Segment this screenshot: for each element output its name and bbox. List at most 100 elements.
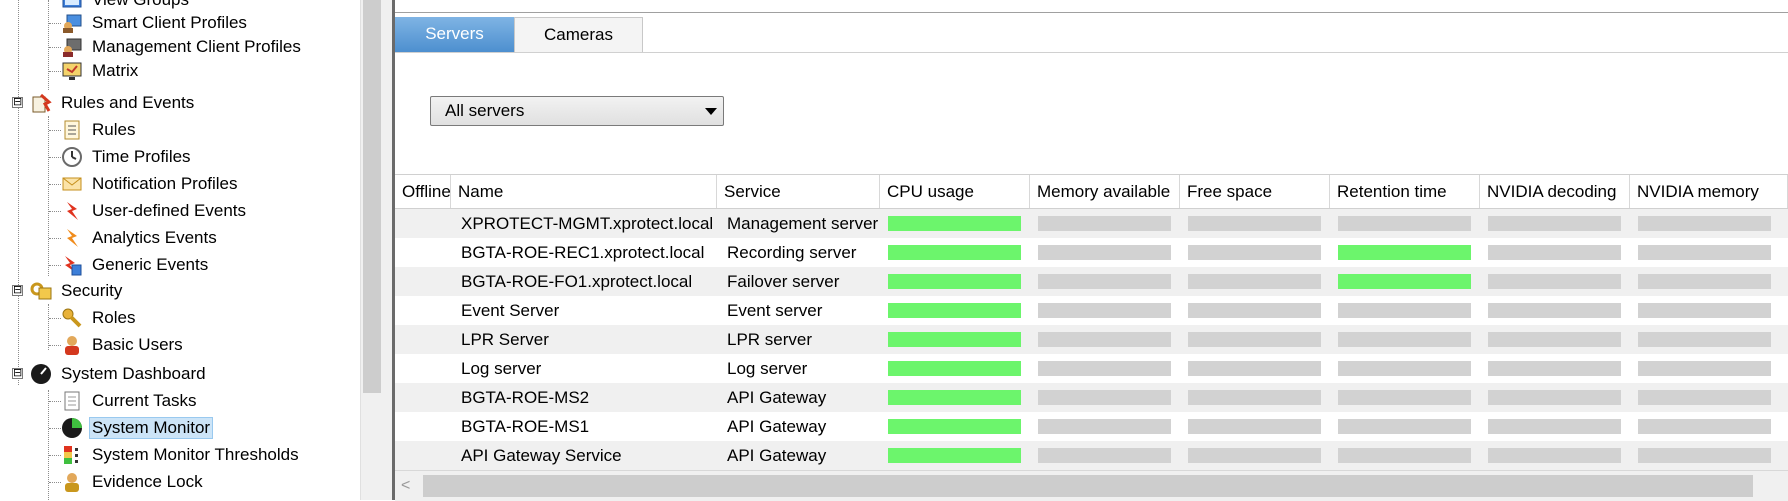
- collapse-rules-and-events-toggle[interactable]: ⊟: [12, 97, 23, 108]
- table-row[interactable]: API Gateway Service API Gateway: [395, 441, 1788, 470]
- table-row[interactable]: LPR Server LPR server: [395, 325, 1788, 354]
- collapse-system-dashboard-toggle[interactable]: ⊟: [12, 368, 23, 379]
- retention-time-bar: [1338, 419, 1471, 434]
- dropdown-arrow-icon: [705, 108, 717, 115]
- tree-item-notification-profiles[interactable]: Notification Profiles: [49, 172, 241, 196]
- matrix-icon: [61, 60, 83, 82]
- service-cell: API Gateway: [727, 446, 827, 465]
- table-row[interactable]: BGTA-ROE-REC1.xprotect.local Recording se…: [395, 238, 1788, 267]
- retention-time-bar: [1338, 361, 1471, 376]
- tree-item-matrix[interactable]: Matrix: [49, 59, 141, 83]
- tree-item-time-profiles[interactable]: Time Profiles: [49, 145, 194, 169]
- tree-connector: [49, 211, 61, 212]
- horizontal-scroll-thumb[interactable]: [423, 475, 1753, 497]
- tree-item-analytics-events[interactable]: Analytics Events: [49, 226, 220, 250]
- table-row[interactable]: Log server Log server: [395, 354, 1788, 383]
- tree-item-management-client-profiles[interactable]: Management Client Profiles: [49, 35, 304, 59]
- tree-line: [48, 0, 49, 90]
- tree-line: [48, 390, 49, 500]
- tree-item-rules-and-events[interactable]: Rules and Events: [30, 91, 197, 115]
- panel-splitter[interactable]: [382, 0, 392, 500]
- table-row[interactable]: XPROTECT-MGMT.xprotect.local Management s…: [395, 209, 1788, 238]
- column-header-nvidia-memory[interactable]: NVIDIA memory: [1630, 175, 1788, 208]
- tree-item-label: View Groups: [89, 0, 192, 11]
- nvidia-decoding-bar: [1488, 303, 1621, 318]
- table-row[interactable]: BGTA-ROE-MS2 API Gateway: [395, 383, 1788, 412]
- column-header-free-space[interactable]: Free space: [1180, 175, 1330, 208]
- server-name-cell: Log server: [461, 359, 542, 378]
- tree-item-security[interactable]: Security: [30, 279, 125, 303]
- cpu-usage-bar: [888, 390, 1021, 405]
- table-row[interactable]: BGTA-ROE-FO1.xprotect.local Failover serv…: [395, 267, 1788, 296]
- server-name-cell: BGTA-ROE-REC1.xprotect.local: [461, 243, 705, 262]
- tree-line: [48, 116, 49, 276]
- tree-item-rules[interactable]: Rules: [49, 118, 138, 142]
- table-row[interactable]: Event Server Event server: [395, 296, 1788, 325]
- column-header-cpu-usage[interactable]: CPU usage: [880, 175, 1030, 208]
- tree-item-evidence-lock[interactable]: Evidence Lock: [49, 470, 206, 494]
- tree-item-roles[interactable]: Roles: [49, 306, 138, 330]
- free-space-bar: [1188, 361, 1321, 376]
- tab-cameras[interactable]: Cameras: [514, 17, 643, 52]
- tree-scroll-thumb[interactable]: [363, 0, 381, 393]
- tree-item-generic-events[interactable]: Generic Events: [49, 253, 211, 277]
- service-cell: API Gateway: [727, 417, 827, 436]
- server-name-cell: LPR Server: [461, 330, 549, 349]
- tree-connector: [49, 428, 61, 429]
- system-monitor-thresholds-icon: [61, 444, 83, 466]
- column-header-offline[interactable]: Offline: [395, 175, 451, 208]
- tab-servers[interactable]: Servers: [395, 17, 514, 52]
- collapse-security-toggle[interactable]: ⊟: [12, 285, 23, 296]
- cpu-usage-bar: [888, 361, 1021, 376]
- tree-item-basic-users[interactable]: Basic Users: [49, 333, 186, 357]
- tree-connector: [49, 157, 61, 158]
- nvidia-memory-bar: [1638, 390, 1771, 405]
- retention-time-bar: [1338, 390, 1471, 405]
- service-cell: API Gateway: [727, 388, 827, 407]
- tree-item-smart-client-profiles[interactable]: Smart Client Profiles: [49, 11, 250, 35]
- retention-time-bar: [1338, 274, 1471, 289]
- tree-vertical-scrollbar[interactable]: [360, 0, 383, 500]
- column-header-nvidia-decoding[interactable]: NVIDIA decoding: [1480, 175, 1630, 208]
- tree-item-system-dashboard[interactable]: System Dashboard: [30, 362, 209, 386]
- tree-item-system-monitor[interactable]: System Monitor: [49, 416, 214, 440]
- tree-connector: [49, 23, 61, 24]
- memory-available-bar: [1038, 245, 1171, 260]
- memory-available-bar: [1038, 303, 1171, 318]
- tree-connector: [49, 184, 61, 185]
- server-filter-value: All servers: [445, 101, 525, 120]
- nvidia-memory-bar: [1638, 303, 1771, 318]
- nvidia-decoding-bar: [1488, 216, 1621, 231]
- table-horizontal-scrollbar[interactable]: <: [395, 470, 1788, 501]
- column-header-name[interactable]: Name: [451, 175, 717, 208]
- retention-time-bar: [1338, 303, 1471, 318]
- server-name-cell: Event Server: [461, 301, 560, 320]
- tree-item-system-monitor-thresholds[interactable]: System Monitor Thresholds: [49, 443, 302, 467]
- column-header-retention-time[interactable]: Retention time: [1330, 175, 1480, 208]
- generic-events-icon: [61, 254, 83, 276]
- nvidia-decoding-bar: [1488, 361, 1621, 376]
- tree-item-current-tasks[interactable]: Current Tasks: [49, 389, 200, 413]
- nvidia-memory-bar: [1638, 448, 1771, 463]
- tree-item-label: Smart Client Profiles: [92, 13, 247, 32]
- column-header-service[interactable]: Service: [717, 175, 880, 208]
- view-groups-icon: [61, 0, 83, 11]
- service-cell: Management server: [727, 214, 879, 233]
- tree-connector: [49, 47, 61, 48]
- server-name-cell: BGTA-ROE-FO1.xprotect.local: [461, 272, 693, 291]
- server-filter-dropdown[interactable]: All servers: [430, 96, 724, 126]
- offline-cell: [395, 267, 451, 296]
- column-header-memory-available[interactable]: Memory available: [1030, 175, 1180, 208]
- tab-bar: Servers Cameras: [395, 17, 1788, 53]
- rules-and-events-icon: [30, 92, 52, 114]
- tree-item-user-defined-events[interactable]: User-defined Events: [49, 199, 249, 223]
- offline-cell: [395, 296, 451, 325]
- service-cell: Log server: [727, 359, 808, 378]
- service-cell: Failover server: [727, 272, 840, 291]
- free-space-bar: [1188, 419, 1321, 434]
- memory-available-bar: [1038, 332, 1171, 347]
- tree-item-label: Management Client Profiles: [92, 37, 301, 56]
- table-row[interactable]: BGTA-ROE-MS1 API Gateway: [395, 412, 1788, 441]
- scroll-left-icon[interactable]: <: [401, 477, 410, 495]
- basic-users-icon: [61, 334, 83, 356]
